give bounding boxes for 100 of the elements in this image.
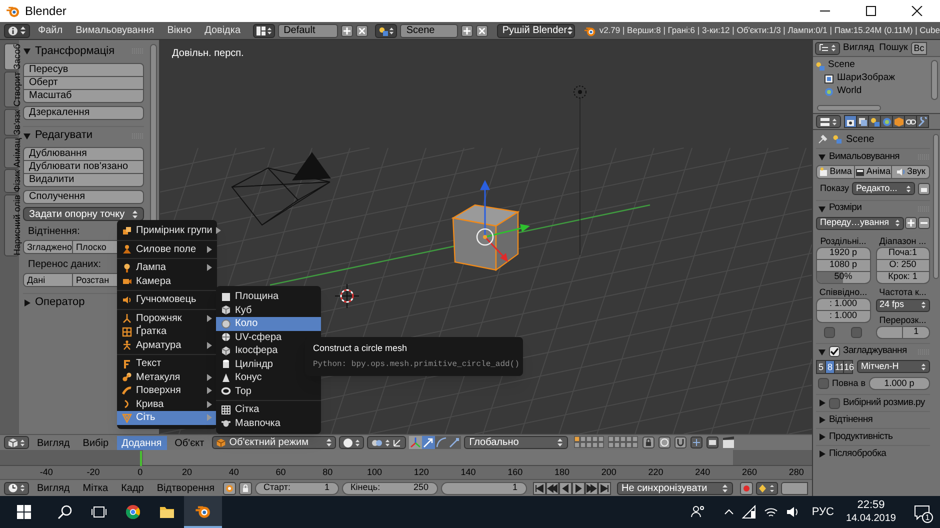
rotate-arc-icon[interactable] [435, 436, 448, 449]
3d-cursor-icon[interactable] [334, 284, 360, 308]
menu-item[interactable]: Сіть [117, 411, 217, 424]
up-down-arrows-icon[interactable] [832, 118, 837, 126]
play-reverse-icon[interactable] [558, 482, 572, 494]
number-field[interactable]: : 1.000 [816, 310, 870, 322]
disclosure-triangle-icon[interactable] [23, 47, 31, 55]
keying-set-field[interactable] [780, 482, 808, 494]
screen-layout-field[interactable]: Default [278, 24, 338, 38]
properties-tab[interactable] [856, 115, 869, 128]
browser-icon[interactable] [125, 504, 141, 520]
up-down-arrows-icon[interactable] [355, 438, 360, 446]
menu-button[interactable]: Об'єкт [170, 436, 210, 450]
menu-button[interactable]: Мітка [78, 481, 114, 495]
clock-icon[interactable] [8, 483, 18, 493]
outliner-list-icon[interactable] [819, 43, 829, 53]
menu-button[interactable]: Кадр [116, 481, 149, 495]
search-icon[interactable] [57, 504, 73, 520]
start-icon[interactable] [16, 504, 32, 520]
sample-button[interactable]: 11 [834, 360, 844, 374]
toggle-button[interactable]: Дані [23, 273, 73, 287]
menu-button[interactable]: Відтворення [152, 481, 220, 495]
disclosure-triangle-icon[interactable] [818, 204, 826, 212]
sample-button[interactable]: 8 [825, 360, 835, 374]
menu-item[interactable]: Текст [117, 357, 217, 370]
number-field[interactable]: 1.000 р [868, 376, 930, 390]
up-down-arrows-icon[interactable] [20, 26, 26, 35]
up-down-arrows-icon[interactable] [831, 44, 836, 52]
editor-type-icon[interactable] [8, 26, 18, 36]
properties-icon[interactable] [820, 116, 830, 126]
close-icon[interactable] [911, 6, 923, 16]
properties-tab[interactable] [904, 115, 917, 128]
menu-button[interactable]: Файл [33, 22, 68, 38]
record-icon[interactable] [740, 482, 753, 494]
preset-dropdown[interactable]: Переду…ування [816, 216, 904, 230]
previous-key-icon[interactable] [546, 482, 559, 494]
translate-arrow-icon[interactable] [422, 436, 436, 449]
notification-icon[interactable] [914, 504, 930, 520]
menu-item[interactable]: Тор [216, 384, 321, 398]
checkbox[interactable] [829, 346, 840, 357]
app-logo-button[interactable] [184, 496, 222, 528]
percentage-slider[interactable]: 50% [816, 270, 870, 284]
plus-icon[interactable] [341, 24, 354, 36]
properties-tab[interactable] [892, 115, 905, 128]
menu-item[interactable]: Примірник групи [117, 224, 217, 238]
tool-button[interactable]: Пересув [23, 63, 144, 77]
transform-gizmo-drawing[interactable] [476, 180, 530, 262]
network-icon[interactable] [742, 505, 756, 519]
scrollbar-thumb[interactable] [933, 134, 939, 279]
menu-item[interactable]: Сітка [216, 403, 321, 416]
clapperboard-icon[interactable] [722, 436, 736, 449]
properties-tab[interactable] [844, 115, 857, 128]
minus-icon[interactable] [918, 217, 930, 229]
up-down-arrows-icon[interactable] [389, 26, 394, 34]
clock-time[interactable]: 22:59 [857, 499, 885, 512]
up-down-arrows-icon[interactable] [567, 26, 574, 35]
menu-item[interactable]: Площина [216, 290, 321, 304]
layer-grid-icon[interactable] [608, 436, 640, 449]
properties-tab[interactable] [916, 115, 929, 128]
scene-field[interactable]: Scene [400, 24, 458, 38]
checkbox[interactable] [818, 378, 829, 389]
tool-button[interactable]: Оберт [23, 76, 144, 90]
sample-button[interactable]: 5 [816, 360, 826, 374]
pivot-point-icon[interactable] [371, 438, 384, 448]
editor-type-button[interactable] [4, 482, 29, 494]
editor-type-button[interactable] [4, 24, 30, 38]
scrollbar-thumb[interactable] [817, 105, 881, 111]
shading-sphere-icon[interactable] [343, 438, 354, 448]
tool-button[interactable]: Дублювати пов'язано [23, 160, 144, 174]
keyframe-icon[interactable] [756, 482, 778, 494]
menu-button[interactable]: Вигляд [32, 436, 75, 450]
jump-start-icon[interactable] [532, 482, 546, 494]
render-button[interactable]: Аніма [854, 165, 892, 179]
menu-button[interactable]: Довідка [200, 22, 246, 38]
jump-end-icon[interactable] [598, 482, 611, 494]
current-frame-field[interactable]: 1 [440, 482, 527, 494]
disclosure-triangle-icon[interactable] [818, 153, 826, 161]
fps-dropdown[interactable]: 24 fps [876, 298, 930, 312]
up-down-arrows-icon[interactable] [132, 210, 138, 218]
menu-button[interactable]: Вибір [78, 436, 114, 450]
menu-item[interactable]: Куб [216, 304, 321, 317]
checkbox[interactable] [829, 398, 840, 408]
selector-icon[interactable] [378, 26, 388, 36]
properties-tab[interactable] [868, 115, 881, 128]
pin-icon[interactable] [818, 134, 828, 144]
tree-item[interactable]: Scene [828, 58, 855, 73]
menu-item[interactable]: Ґратка [117, 325, 217, 338]
disclosure-triangle-icon[interactable] [23, 298, 31, 306]
menu-item[interactable]: Мавпочка [216, 416, 321, 430]
snap-element-icon[interactable] [690, 436, 704, 449]
mode-dropdown[interactable]: Об'єктний режим [212, 436, 336, 449]
menu-item[interactable]: Гучномовець [117, 293, 217, 306]
dropdown[interactable]: Задати опорну точку [23, 207, 144, 221]
up-down-arrows-icon[interactable] [385, 438, 390, 446]
menu-button[interactable]: Вигляд [841, 41, 876, 55]
tool-button[interactable]: Дублювання [23, 147, 144, 161]
tool-button[interactable]: Дзеркалення [23, 106, 144, 120]
tool-button[interactable]: Сполучення [23, 190, 144, 204]
task-view-icon[interactable] [91, 504, 107, 520]
number-field[interactable]: : 1.000 [816, 298, 870, 310]
